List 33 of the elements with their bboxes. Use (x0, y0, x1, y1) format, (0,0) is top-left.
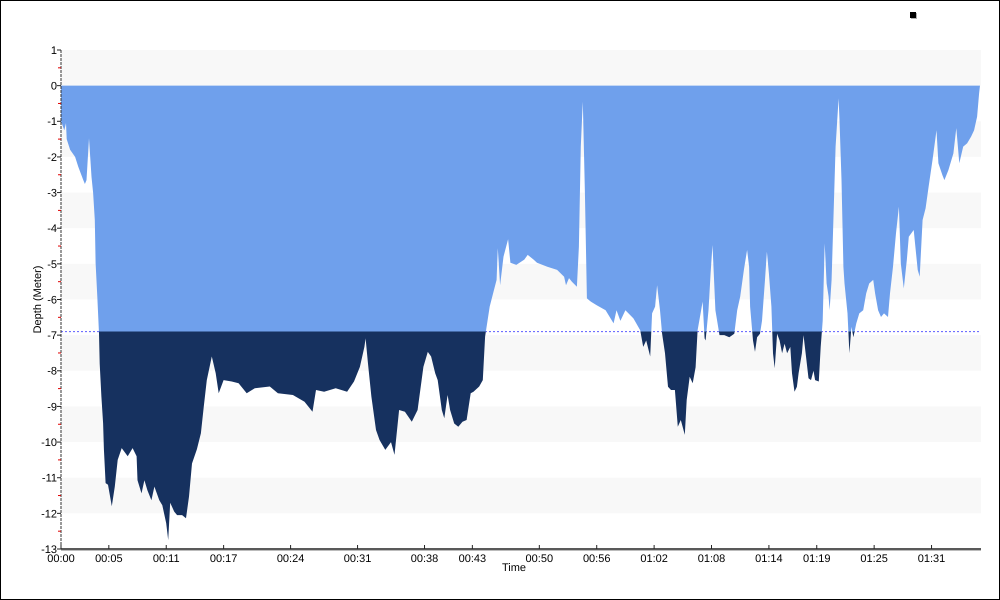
x-tick-label: 01:31 (918, 553, 946, 565)
y-tick-label: -8 (47, 366, 57, 378)
x-tick-label: 01:02 (640, 553, 668, 565)
x-tick-label: 00:31 (344, 553, 372, 565)
x-tick-label: 00:00 (47, 553, 75, 565)
x-tick-label: 01:14 (755, 553, 783, 565)
y-tick-label: -1 (47, 116, 57, 128)
y-tick-label: -12 (41, 508, 57, 520)
y-tick-label: 0 (50, 80, 57, 93)
x-tick-label: 00:05 (95, 553, 123, 565)
y-tick-label: -3 (47, 188, 57, 200)
y-tick-label: 1 (50, 44, 57, 57)
x-tick-label: 00:50 (526, 553, 554, 565)
y-tick-label: -11 (42, 472, 57, 485)
y-tick-label: -4 (47, 223, 57, 236)
y-tick-label: -10 (41, 437, 57, 450)
x-tick-label: 00:56 (582, 553, 610, 565)
y-axis-title: Depth (Meter) (32, 266, 44, 334)
y-tick-label: -2 (47, 152, 57, 164)
x-tick-label: 01:08 (698, 553, 726, 565)
y-tick-label: -9 (47, 401, 57, 414)
x-tick-label: 00:11 (152, 553, 180, 565)
x-tick-label: 00:17 (210, 553, 238, 565)
y-tick-label: -7 (47, 330, 57, 342)
legend-marker-icon (910, 12, 917, 19)
x-tick-label: 01:25 (860, 553, 888, 565)
x-tick-label: 00:43 (458, 553, 486, 565)
x-tick-label: 00:24 (276, 553, 304, 565)
x-tick-label: 01:19 (802, 553, 830, 565)
y-tick-label: -6 (47, 294, 57, 306)
x-axis-title: Time (502, 562, 526, 574)
y-tick-label: -5 (47, 258, 57, 271)
x-tick-label: 00:38 (410, 553, 438, 565)
